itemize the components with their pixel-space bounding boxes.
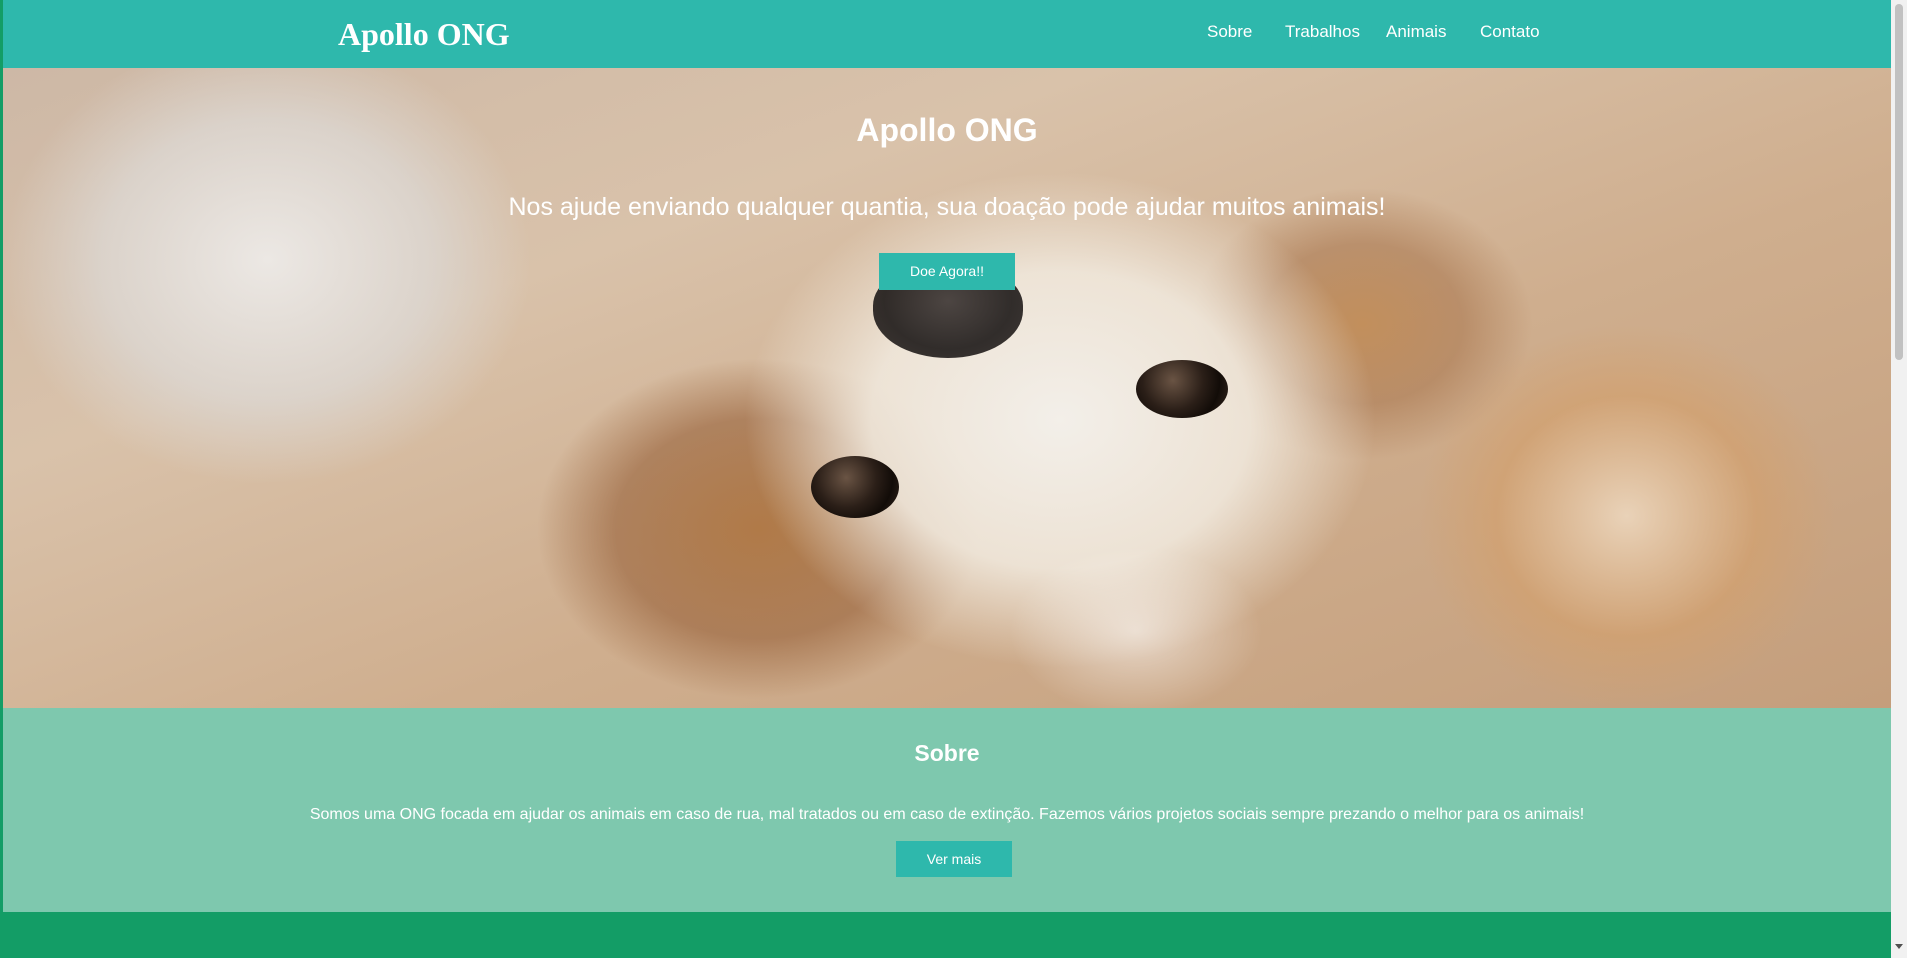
brand-logo[interactable]: Apollo ONG <box>338 12 510 56</box>
nav-link-sobre[interactable]: Sobre <box>1207 21 1252 43</box>
scroll-down-arrow-icon[interactable] <box>1895 944 1903 949</box>
vertical-scrollbar[interactable] <box>1891 0 1907 958</box>
donate-button[interactable]: Doe Agora!! <box>879 253 1015 290</box>
about-title: Sobre <box>914 740 980 766</box>
page: Apollo ONG Sobre Trabalhos Animais Conta… <box>3 0 1891 958</box>
navbar: Apollo ONG Sobre Trabalhos Animais Conta… <box>3 0 1891 68</box>
nav-link-animais[interactable]: Animais <box>1386 21 1446 43</box>
hero-title: Apollo ONG <box>856 112 1038 148</box>
scrollbar-thumb[interactable] <box>1895 4 1903 360</box>
nav-link-trabalhos[interactable]: Trabalhos <box>1285 21 1360 43</box>
about-section: Sobre Somos uma ONG focada em ajudar os … <box>3 708 1891 912</box>
see-more-button[interactable]: Ver mais <box>896 841 1012 877</box>
about-text: Somos uma ONG focada em ajudar os animai… <box>309 806 1585 823</box>
hero-dog-eye <box>811 456 899 518</box>
nav-link-contato[interactable]: Contato <box>1480 21 1540 43</box>
hero-section: Apollo ONG Nos ajude enviando qualquer q… <box>3 68 1891 708</box>
hero-dog-eye <box>1136 360 1228 418</box>
hero-subtitle: Nos ajude enviando qualquer quantia, sua… <box>508 193 1386 221</box>
